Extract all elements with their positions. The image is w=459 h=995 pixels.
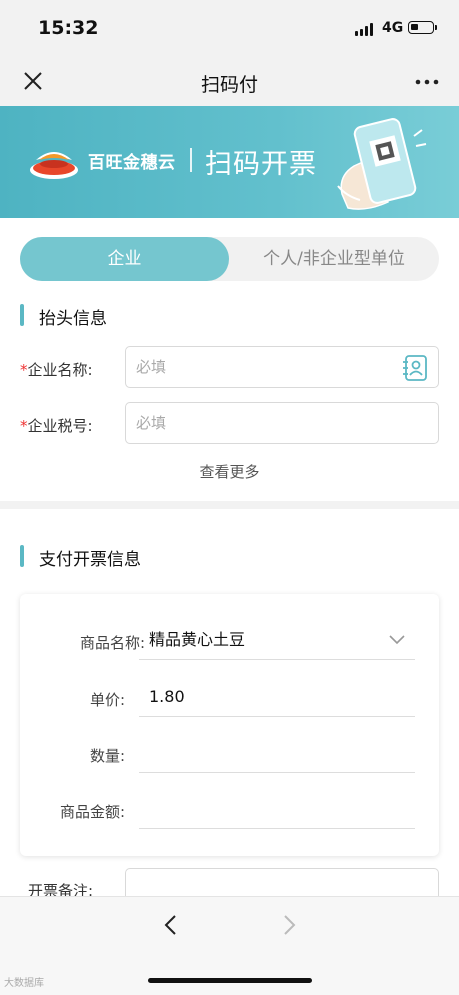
tax-id-input[interactable]: 必填 [125,402,439,444]
status-bar: 15:32 4G [0,0,459,58]
watermark: 大数据库 [4,978,44,989]
unit-price-label: 单价: [89,691,125,709]
amount-label: 商品金额: [59,803,125,821]
more-icon[interactable] [412,70,442,94]
status-time: 15:32 [38,17,99,39]
page-title: 扫码付 [200,74,258,96]
required-mark: * [20,361,28,379]
amount-input[interactable] [139,789,415,829]
banner-title: 扫码开票 [205,149,317,180]
tax-id-label-text: 企业税号: [27,417,93,435]
tax-id-label: *企业税号: [20,415,93,436]
back-arrow-icon[interactable] [160,913,182,937]
company-name-input[interactable]: 必填 [125,346,439,388]
brand-logo-icon [30,152,78,179]
battery-icon [408,21,437,34]
contacts-book-icon[interactable] [402,354,428,382]
view-more-link[interactable]: 查看更多 [0,461,459,482]
required-mark: * [20,417,28,435]
section-title-payment: 支付开票信息 [39,550,141,570]
section-marker [20,545,24,567]
section-divider [0,501,459,509]
signal-icon [355,23,373,36]
battery-level [411,24,418,30]
quantity-label: 数量: [89,747,125,765]
quantity-input[interactable] [139,733,415,773]
phone-scan-icon [337,118,427,210]
banner-divider [190,148,192,172]
tab-group: 企业 个人/非企业型单位 [20,237,439,281]
home-indicator[interactable] [148,978,312,983]
network-type: 4G [382,20,404,36]
nav-bar: 扫码付 [0,58,459,106]
banner-brand: 百旺金穗云 [88,153,176,173]
company-name-label-text: 企业名称: [27,361,93,379]
tab-enterprise[interactable]: 企业 [20,237,229,281]
company-name-label: *企业名称: [20,359,93,380]
product-name-select[interactable]: 精品黄心土豆 [139,620,415,660]
unit-price-input[interactable]: 1.80 [139,677,415,717]
chevron-down-icon [389,635,405,645]
section-marker [20,304,24,326]
banner: 百旺金穗云 扫码开票 [0,106,459,218]
section-title-header: 抬头信息 [39,309,107,329]
forward-arrow-icon[interactable] [278,913,300,937]
tab-individual[interactable]: 个人/非企业型单位 [229,237,439,281]
product-name-label: 商品名称: [79,634,145,652]
